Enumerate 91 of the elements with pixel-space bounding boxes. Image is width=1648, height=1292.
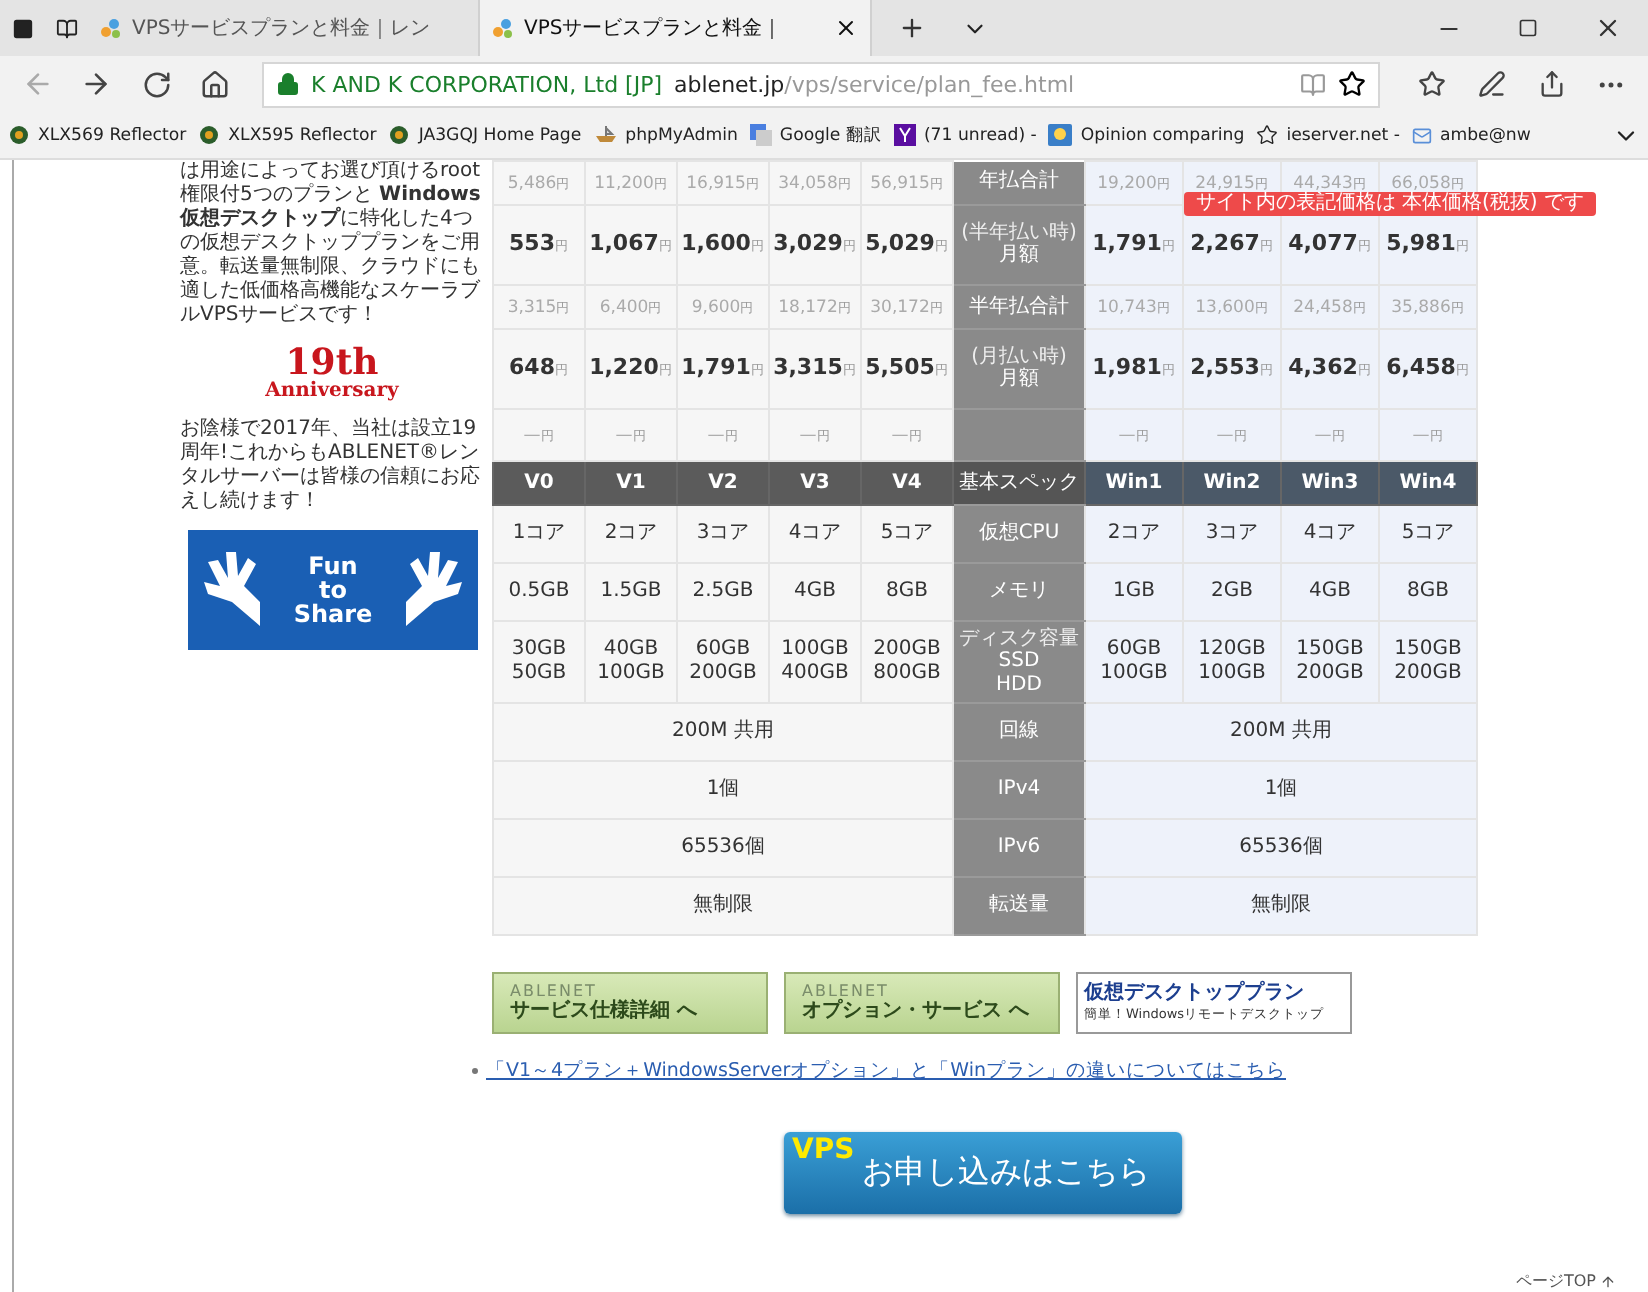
row-label: (月払い時) 月額: [953, 329, 1085, 409]
favorite-link[interactable]: Google 翻訳: [749, 123, 882, 147]
price-notice: サイト内の表記価格は 本体価格(税抜) です: [1183, 192, 1596, 216]
anniversary-logo: 19th Anniversary: [263, 344, 401, 402]
star-icon[interactable]: [1337, 70, 1366, 98]
table-cell: 65536個: [493, 819, 953, 877]
favorite-link[interactable]: phpMyAdmin: [593, 125, 738, 145]
sprocket-icon: [8, 124, 30, 146]
address-field[interactable]: K AND K CORPORATION, Ltd [JP] ablenet.jp/vps/service/plan_fee.html: [261, 61, 1380, 107]
greeting-text: お陰様で2017年、当社は設立19周年!これからもABLENET®レンタルサーバーは皆様の信頼にお応えし続けます！: [180, 418, 482, 514]
table-cell: 8GB: [1379, 563, 1477, 621]
table-cell: 3コア: [677, 505, 769, 563]
table-cell: 2.5GB: [677, 563, 769, 621]
favorite-link[interactable]: ieserver.net -: [1256, 124, 1400, 146]
row-label: IPv4: [953, 761, 1085, 819]
favorite-link[interactable]: Opinion comparing: [1048, 124, 1245, 146]
table-cell: 2GB: [1183, 563, 1281, 621]
row-label: 回線: [953, 703, 1085, 761]
boat-icon: [593, 126, 618, 144]
table-cell: 5コア: [1379, 505, 1477, 563]
table-cell: 1個: [493, 761, 953, 819]
reading-view-icon[interactable]: [1299, 71, 1326, 97]
table-cell: 1個: [1085, 761, 1477, 819]
table-cell: 200M 共用: [493, 703, 953, 761]
table-cell: 120GB 100GB: [1183, 621, 1281, 703]
plan-header: V4: [861, 461, 953, 505]
favorite-link[interactable]: ambe@nw: [1411, 125, 1531, 145]
favorite-link[interactable]: XLX595 Reflector: [198, 124, 377, 146]
table-cell: 0.5GB: [493, 563, 585, 621]
table-cell: 40GB 100GB: [585, 621, 677, 703]
service-banner[interactable]: ABLENET サービス仕様詳細 へ: [492, 972, 768, 1034]
browser-tab[interactable]: VPSサービスプランと料金｜: [480, 0, 872, 56]
table-cell: 3コア: [1183, 505, 1281, 563]
table-cell: 200GB 800GB: [861, 621, 953, 703]
plan-header: V0: [493, 461, 585, 505]
plan-difference-link[interactable]: 「V1～4プラン＋WindowsServerオプション」と「Winプラン」の違いについてはこちら: [486, 1058, 1286, 1084]
arrow-up-icon: [1600, 1273, 1616, 1289]
table-cell: 4コア: [1281, 505, 1379, 563]
table-cell: 60GB 200GB: [677, 621, 769, 703]
star-icon: [1256, 124, 1279, 146]
page-top-link[interactable]: ページTOP: [1515, 1270, 1616, 1292]
plan-header: V3: [769, 461, 861, 505]
table-cell: 1コア: [493, 505, 585, 563]
plan-header: Win4: [1379, 461, 1477, 505]
mail-icon: [1411, 125, 1432, 145]
table-cell: 1GB: [1085, 563, 1183, 621]
row-label: 転送量: [953, 877, 1085, 935]
sprocket-icon: [198, 124, 221, 146]
table-cell: 4GB: [769, 563, 861, 621]
row-label: 年払合計: [953, 161, 1085, 205]
sprocket-icon: [388, 124, 411, 146]
row-label: 基本スペック: [953, 461, 1085, 505]
favorite-link[interactable]: (71 unread) -: [893, 124, 1037, 146]
favorite-link[interactable]: XLX569 Reflector: [8, 124, 187, 146]
table-cell: 無制限: [493, 877, 953, 935]
table-cell: 5コア: [861, 505, 953, 563]
picture-icon: [1048, 124, 1073, 146]
table-cell: 65536個: [1085, 819, 1477, 877]
table-cell: 4GB: [1281, 563, 1379, 621]
table-cell: 30GB 50GB: [493, 621, 585, 703]
table-cell: 1.5GB: [585, 563, 677, 621]
favorite-link[interactable]: JA3GQJ Home Page: [388, 124, 582, 146]
fun-to-share-banner[interactable]: Fun to Share: [188, 530, 478, 650]
row-label: ディスク容量 SSD HDD: [953, 621, 1085, 703]
plan-header: Win3: [1281, 461, 1379, 505]
row-label: 半年払合計: [953, 285, 1085, 329]
favicon-icon: [100, 17, 122, 39]
row-label: 仮想CPU: [953, 505, 1085, 563]
close-tab-icon[interactable]: [834, 16, 858, 40]
intro-text: は用途によってお選び頂けるroot権限付5つのプランと Windows仮想デスクトップに特化した4つの仮想デスクトッププランをご用意。転送量無制限、クラウドにも適した低価格高機能なスケーラブルVPSサービスです！: [180, 160, 483, 328]
lock-icon: [275, 72, 299, 96]
table-cell: 8GB: [861, 563, 953, 621]
favicon-icon: [492, 17, 514, 39]
plan-header: Win2: [1183, 461, 1281, 505]
row-label: IPv6: [953, 819, 1085, 877]
plan-header: V1: [585, 461, 677, 505]
table-cell: 150GB 200GB: [1281, 621, 1379, 703]
row-label: メモリ: [953, 563, 1085, 621]
table-cell: 無制限: [1085, 877, 1477, 935]
table-cell: 200M 共用: [1085, 703, 1477, 761]
apply-button[interactable]: VPS お申し込みはこちら: [784, 1132, 1182, 1214]
table-cell: 150GB 200GB: [1379, 621, 1477, 703]
table-cell: 60GB 100GB: [1085, 621, 1183, 703]
plan-header: Win1: [1085, 461, 1183, 505]
table-cell: 100GB 400GB: [769, 621, 861, 703]
service-banner[interactable]: ABLENET オプション・サービス へ: [784, 972, 1060, 1034]
row-label: (半年払い時) 月額: [953, 205, 1085, 285]
table-cell: 2コア: [1085, 505, 1183, 563]
table-cell: 4コア: [769, 505, 861, 563]
plan-header: V2: [677, 461, 769, 505]
table-cell: 2コア: [585, 505, 677, 563]
